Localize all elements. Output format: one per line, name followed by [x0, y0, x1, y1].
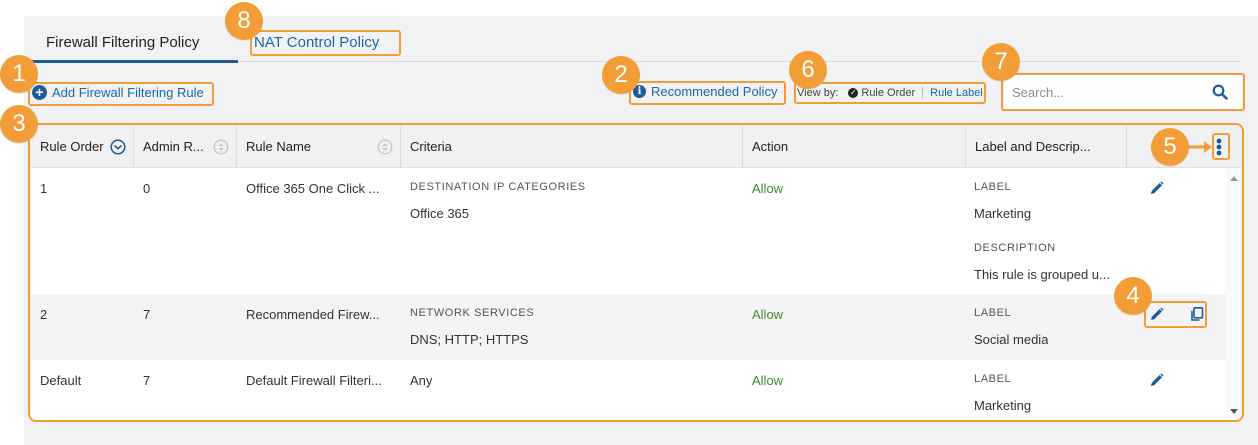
annotation-box-table	[28, 123, 1244, 422]
callout-badge: 7	[982, 43, 1020, 81]
annotation-box-search	[1001, 73, 1245, 111]
annotation-box-kebab-menu	[1212, 133, 1230, 160]
callout-badge: 4	[1114, 277, 1152, 315]
policy-tabs: Firewall Filtering Policy NAT Control Po…	[30, 26, 1240, 63]
callout-badge: 8	[225, 2, 263, 40]
annotation-box-row-actions	[1144, 301, 1207, 328]
callout-badge: 1	[0, 55, 38, 93]
active-tab-indicator	[30, 60, 238, 63]
callout-badge: 3	[0, 105, 38, 143]
annotation-box-add-rule	[28, 82, 214, 106]
annotation-box-nat-tab	[250, 30, 401, 56]
callout-badge: 2	[602, 56, 640, 94]
callout-badge: 6	[789, 51, 827, 89]
annotation-box-view-by	[794, 82, 986, 104]
arrow-icon	[1187, 141, 1212, 153]
annotation-box-recommended-policy	[629, 81, 786, 105]
callout-badge: 5	[1151, 128, 1189, 166]
tab-firewall-filtering-policy[interactable]: Firewall Filtering Policy	[46, 32, 199, 54]
